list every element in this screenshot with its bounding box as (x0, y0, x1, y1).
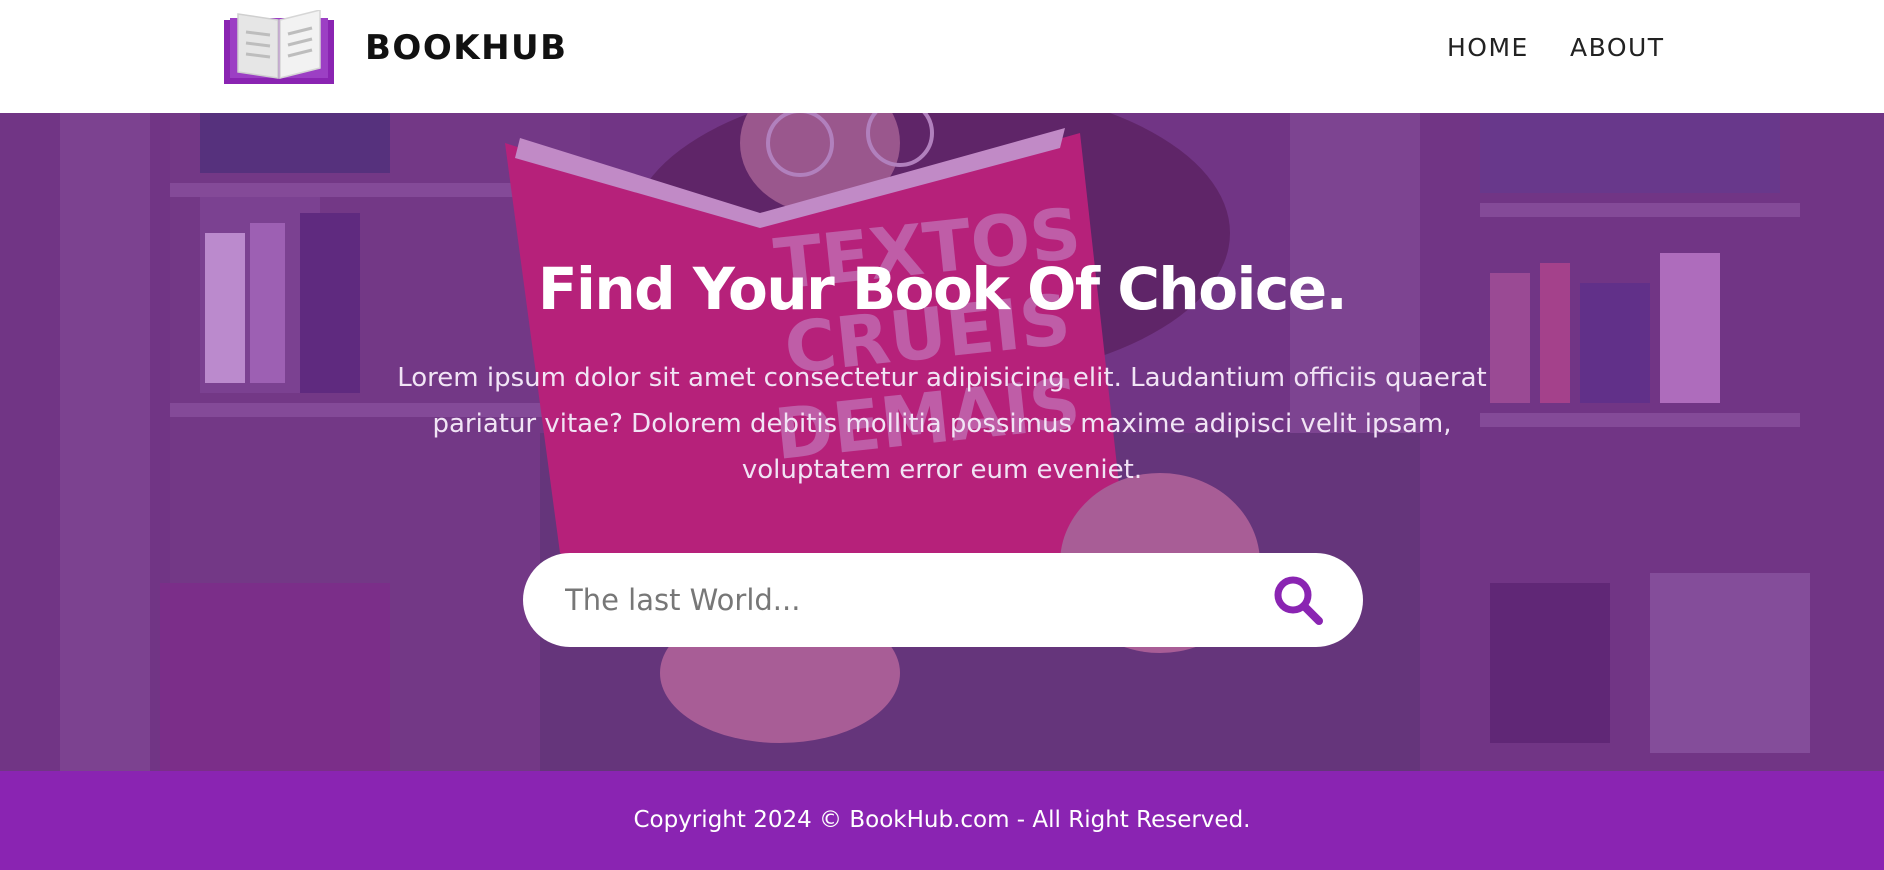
copyright-text: Copyright 2024 © BookHub.com - All Right… (633, 807, 1251, 833)
search-bar (523, 553, 1363, 647)
nav-home-link[interactable]: HOME (1447, 28, 1529, 68)
nav-about-link[interactable]: ABOUT (1570, 28, 1665, 68)
brand-name[interactable]: BOOKHUB (365, 25, 568, 71)
search-input[interactable] (565, 575, 1245, 625)
open-book-icon[interactable] (224, 10, 334, 86)
hero-title: Find Your Book Of Choice. (537, 255, 1348, 323)
search-icon[interactable] (1271, 573, 1327, 629)
footer: Copyright 2024 © BookHub.com - All Right… (0, 771, 1884, 870)
hero-description: Lorem ipsum dolor sit amet consectetur a… (397, 363, 1487, 485)
hero-section: TEXTOS CRUEIS DEMAIS Find Your Book Of C… (0, 113, 1884, 771)
navbar: BOOKHUB HOME ABOUT (0, 0, 1884, 113)
